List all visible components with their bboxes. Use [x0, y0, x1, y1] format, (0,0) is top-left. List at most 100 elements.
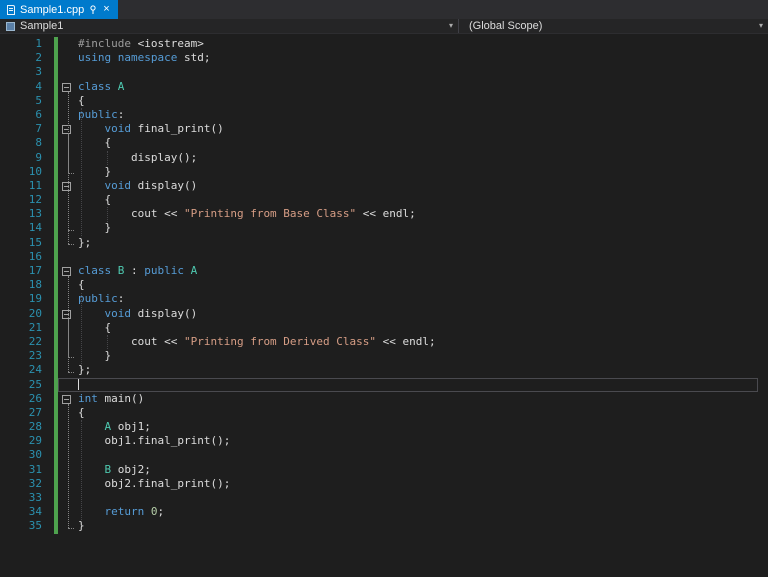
code-line: 26int main(): [0, 392, 768, 406]
line-number: 22: [0, 335, 52, 349]
code-line-content[interactable]: return 0;: [78, 505, 768, 519]
code-line-content[interactable]: cout << "Printing from Base Class" << en…: [78, 207, 768, 221]
line-number: 3: [0, 65, 52, 79]
fold-collapse-toggle[interactable]: [62, 267, 71, 276]
code-line-content[interactable]: A obj1;: [78, 420, 768, 434]
line-number: 6: [0, 108, 52, 122]
code-line-content[interactable]: }: [78, 519, 768, 533]
line-number: 4: [0, 80, 52, 94]
fold-margin: [58, 165, 78, 179]
code-token: {: [78, 321, 111, 334]
member-dropdown[interactable]: (Global Scope) ▾: [458, 19, 768, 33]
code-line: 8 {: [0, 136, 768, 150]
code-token: {: [78, 406, 85, 419]
code-line-content[interactable]: public:: [78, 108, 768, 122]
code-token: [184, 264, 191, 277]
fold-collapse-toggle[interactable]: [62, 310, 71, 319]
code-line-content[interactable]: }: [78, 221, 768, 235]
code-line-content[interactable]: void display(): [78, 307, 768, 321]
code-line-content[interactable]: class B : public A: [78, 264, 768, 278]
code-line-content[interactable]: }: [78, 349, 768, 363]
code-token: << endl;: [376, 335, 436, 348]
fold-margin: [58, 179, 78, 193]
code-line: 6 public:: [0, 108, 768, 122]
line-number: 13: [0, 207, 52, 221]
code-token: obj2.final_print();: [78, 477, 230, 490]
pin-icon[interactable]: [89, 5, 97, 15]
code-line-content[interactable]: int main(): [78, 392, 768, 406]
code-line-content[interactable]: {: [78, 94, 768, 108]
code-line-content[interactable]: {: [78, 406, 768, 420]
fold-margin: [58, 221, 78, 235]
code-line-content[interactable]: class A: [78, 80, 768, 94]
code-line-content[interactable]: cout << "Printing from Derived Class" <<…: [78, 335, 768, 349]
code-line-content[interactable]: [78, 378, 768, 392]
fold-margin: [58, 278, 78, 292]
code-line-content[interactable]: {: [78, 193, 768, 207]
line-number: 23: [0, 349, 52, 363]
line-number: 21: [0, 321, 52, 335]
tab-bar: Sample1.cpp ×: [0, 0, 768, 19]
code-token: [111, 264, 118, 277]
code-token: namespace: [118, 51, 178, 64]
code-token: [144, 505, 151, 518]
code-token: :: [118, 292, 125, 305]
chevron-down-icon: ▾: [759, 22, 763, 30]
line-number: 5: [0, 94, 52, 108]
code-token: {: [78, 278, 85, 291]
code-line: 34 return 0;: [0, 505, 768, 519]
code-line: 24};: [0, 363, 768, 377]
line-number: 15: [0, 236, 52, 250]
line-number: 16: [0, 250, 52, 264]
code-line: 30: [0, 448, 768, 462]
code-token: display(): [131, 307, 197, 320]
code-line-content[interactable]: {: [78, 278, 768, 292]
code-token: #include: [78, 37, 138, 50]
scope-dropdown[interactable]: Sample1 ▾: [0, 19, 458, 33]
code-line: 25: [0, 378, 768, 392]
code-line-content[interactable]: display();: [78, 151, 768, 165]
code-line-content[interactable]: }: [78, 165, 768, 179]
code-line: 5{: [0, 94, 768, 108]
fold-collapse-toggle[interactable]: [62, 83, 71, 92]
code-line-content[interactable]: using namespace std;: [78, 51, 768, 65]
line-number: 9: [0, 151, 52, 165]
fold-collapse-toggle[interactable]: [62, 182, 71, 191]
code-line-content[interactable]: [78, 448, 768, 462]
code-line-content[interactable]: #include <iostream>: [78, 37, 768, 51]
fold-margin: [58, 80, 78, 94]
code-line-content[interactable]: {: [78, 136, 768, 150]
code-line-content[interactable]: {: [78, 321, 768, 335]
fold-collapse-toggle[interactable]: [62, 125, 71, 134]
tab-sample1-cpp[interactable]: Sample1.cpp ×: [0, 0, 118, 19]
code-token: display();: [78, 151, 197, 164]
code-line: 29 obj1.final_print();: [0, 434, 768, 448]
code-token: class: [78, 80, 111, 93]
code-token: obj2;: [111, 463, 151, 476]
fold-margin: [58, 335, 78, 349]
code-line-content[interactable]: };: [78, 363, 768, 377]
code-line-content[interactable]: obj2.final_print();: [78, 477, 768, 491]
code-line-content[interactable]: public:: [78, 292, 768, 306]
fold-margin: [58, 378, 78, 392]
close-icon[interactable]: ×: [102, 4, 110, 15]
fold-margin: [58, 392, 78, 406]
code-line: 18{: [0, 278, 768, 292]
line-number: 24: [0, 363, 52, 377]
code-editor[interactable]: 1#include <iostream>2using namespace std…: [0, 34, 768, 577]
code-line-content[interactable]: };: [78, 236, 768, 250]
code-token: }: [78, 519, 85, 532]
code-line-content[interactable]: [78, 491, 768, 505]
fold-collapse-toggle[interactable]: [62, 395, 71, 404]
code-line-content[interactable]: void display(): [78, 179, 768, 193]
code-line: 20 void display(): [0, 307, 768, 321]
member-dropdown-value: (Global Scope): [469, 20, 542, 32]
fold-margin: [58, 406, 78, 420]
code-line-content[interactable]: [78, 65, 768, 79]
code-line-content[interactable]: B obj2;: [78, 463, 768, 477]
code-line-content[interactable]: obj1.final_print();: [78, 434, 768, 448]
line-number: 28: [0, 420, 52, 434]
code-line: 9 display();: [0, 151, 768, 165]
code-line-content[interactable]: void final_print(): [78, 122, 768, 136]
code-line-content[interactable]: [78, 250, 768, 264]
